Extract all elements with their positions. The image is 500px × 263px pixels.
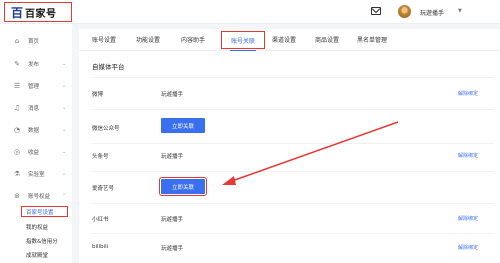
- divider: [92, 77, 494, 78]
- chevron-down-icon: ⌄: [62, 127, 67, 133]
- platform-label-wechat: 微信公众号: [92, 126, 120, 132]
- divider: [92, 233, 494, 234]
- publish-icon: ✎: [14, 60, 20, 68]
- sidebar-item-lab[interactable]: ⚗ 实验室 ⌄: [0, 168, 72, 180]
- sidebar-item-label: 数据: [28, 128, 40, 134]
- unbind-link[interactable]: 解除绑定: [458, 244, 478, 251]
- main-panel: 账号设置 功能设置 内容助手 账号关联 渠道设置 商品设置 黑名单管理 自媒体平…: [79, 29, 500, 263]
- unbind-link[interactable]: 解除绑定: [458, 215, 478, 222]
- logo-text: 百家号: [25, 8, 57, 20]
- linked-account-name: 玩遊播手: [161, 246, 184, 252]
- sidebar-item-manage[interactable]: ☰ 管理 ⌄: [0, 80, 72, 92]
- home-icon: ⌂: [14, 37, 20, 45]
- tab-blacklist[interactable]: 黑名单管理: [357, 35, 387, 44]
- baijiahao-logo[interactable]: 百 百家号: [4, 2, 72, 22]
- chevron-down-icon: ⌄: [62, 61, 67, 67]
- sidebar-item-label: 首页: [28, 39, 40, 45]
- platform-label-bilibili: bilibili: [92, 244, 109, 250]
- platform-label-toutiao: 头条号: [92, 154, 109, 160]
- tab-channel-settings[interactable]: 渠道设置: [272, 35, 296, 44]
- section-title: 自媒体平台: [92, 63, 125, 71]
- top-bar: 百 百家号 玩遊播手 ▼: [0, 0, 500, 24]
- sidebar-item-label: 实验室: [28, 172, 45, 178]
- tab-account-linking[interactable]: 账号关联: [221, 31, 265, 51]
- unbind-link[interactable]: 解除绑定: [458, 90, 478, 97]
- sidebar-item-revenue[interactable]: ◎ 收益 ⌄: [0, 146, 72, 158]
- sidebar-item-label: 收益: [28, 150, 40, 156]
- sidebar-item-account-rights[interactable]: ⊛ 账号权益 ⌃: [0, 190, 72, 202]
- sidebar-subitem-achievements[interactable]: 成就殿堂: [26, 250, 48, 259]
- platform-label-xiaohongshu: 小红书: [92, 217, 109, 223]
- mail-icon[interactable]: [371, 7, 381, 15]
- tab-bar: 账号设置 功能设置 内容助手 账号关联 渠道设置 商品设置 黑名单管理: [79, 29, 500, 51]
- sidebar-item-label: 管理: [28, 84, 40, 90]
- platform-label-weibo: 微博: [92, 92, 104, 98]
- manage-icon: ☰: [13, 82, 21, 90]
- linked-account-name: 玩遊播手: [161, 217, 184, 223]
- account-icon: ⊛: [14, 192, 20, 200]
- sidebar-item-label: 发布: [28, 62, 40, 68]
- link-now-button[interactable]: 立即关联: [161, 118, 205, 133]
- linked-account-name: 玩遊播手: [161, 154, 184, 160]
- tab-feature-settings[interactable]: 功能设置: [136, 35, 160, 44]
- divider: [92, 171, 494, 172]
- data-icon: ◔: [13, 126, 21, 134]
- chevron-down-icon: ⌄: [62, 83, 67, 89]
- tab-product-settings[interactable]: 商品设置: [315, 35, 339, 44]
- sidebar-item-label: 消息: [28, 106, 40, 112]
- divider: [92, 109, 494, 110]
- chevron-down-icon[interactable]: ▼: [458, 8, 462, 14]
- chevron-up-icon: ⌃: [62, 193, 67, 199]
- bell-icon: ♫: [13, 104, 21, 112]
- avatar[interactable]: [398, 5, 411, 18]
- username[interactable]: 玩遊播手: [420, 8, 444, 17]
- sidebar-item-publish[interactable]: ✎ 发布 ⌄: [0, 58, 72, 70]
- tab-account-settings[interactable]: 账号设置: [92, 35, 116, 44]
- sidebar: ⌂ 首页 ✎ 发布 ⌄ ☰ 管理 ⌄ ♫ 消息 ⌄ ◔ 数据 ⌄ ◎ 收益 ⌄ …: [0, 24, 72, 263]
- lab-icon: ⚗: [13, 170, 21, 178]
- sidebar-item-data[interactable]: ◔ 数据 ⌄: [0, 124, 72, 136]
- sidebar-item-home[interactable]: ⌂ 首页: [0, 35, 72, 47]
- linked-account-name: 玩遊播手: [161, 92, 184, 98]
- unbind-link[interactable]: 解除绑定: [458, 152, 478, 159]
- tab-content-assistant[interactable]: 内容助手: [181, 35, 205, 44]
- sidebar-subitem-my-rights[interactable]: 我的权益: [26, 222, 48, 231]
- chevron-down-icon: ⌄: [62, 105, 67, 111]
- link-now-button-iqiyi[interactable]: 立即关联: [159, 177, 207, 196]
- sidebar-item-messages[interactable]: ♫ 消息 ⌄: [0, 102, 72, 114]
- divider: [92, 143, 494, 144]
- divider: [92, 203, 494, 204]
- revenue-icon: ◎: [13, 148, 21, 156]
- sidebar-subitem-baijiahao-settings[interactable]: 百家号设置: [21, 206, 68, 217]
- platform-label-iqiyi: 爱奇艺号: [92, 186, 115, 192]
- sidebar-subitem-index-credit[interactable]: 指数&信用分: [26, 236, 58, 245]
- logo-mark: 百: [11, 5, 24, 20]
- chevron-down-icon: ⌄: [62, 149, 67, 155]
- sidebar-item-label: 账号权益: [28, 194, 51, 200]
- chevron-down-icon: ⌄: [62, 171, 67, 177]
